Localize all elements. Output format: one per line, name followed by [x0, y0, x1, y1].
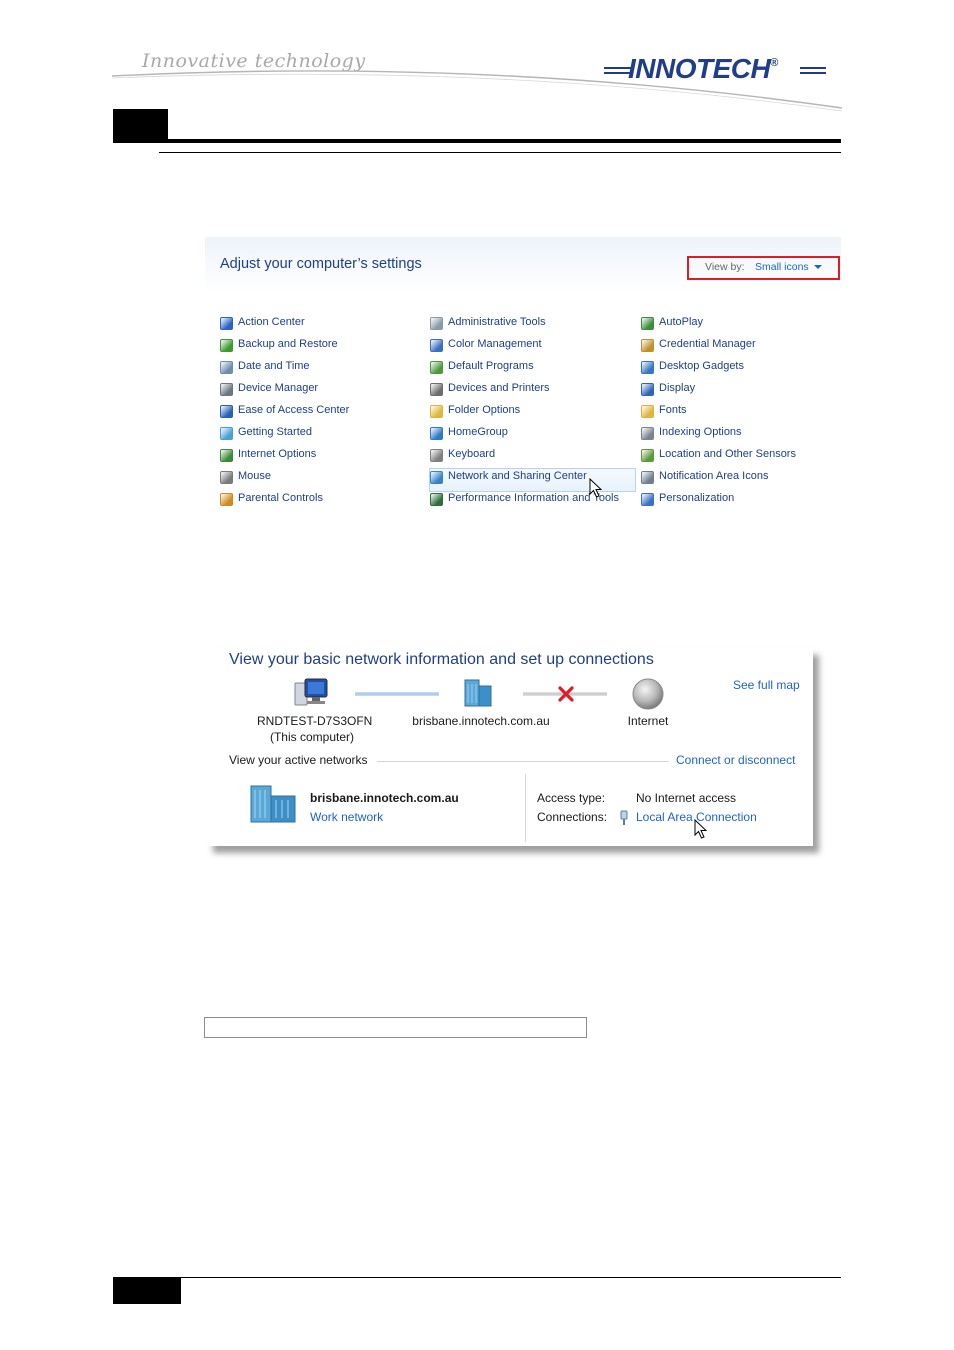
cp-item-backup-restore[interactable]: Backup and Restore [220, 337, 425, 359]
cp-item-administrative-tools[interactable]: Administrative Tools [430, 315, 635, 337]
internet-options-icon [220, 449, 233, 462]
network-details-separator [525, 774, 526, 842]
footer-rule [113, 1277, 841, 1278]
parental-controls-icon [220, 493, 233, 506]
cp-item-display[interactable]: Display [641, 381, 841, 403]
mouse-cursor-icon [589, 478, 603, 498]
control-panel-column-1: Action Center Backup and Restore Date an… [220, 315, 425, 513]
cp-item-notification-area-icons[interactable]: Notification Area Icons [641, 469, 841, 491]
color-management-icon [430, 339, 443, 352]
cp-item-device-manager[interactable]: Device Manager [220, 381, 425, 403]
section-marker [113, 109, 168, 143]
network-title: View your basic network information and … [229, 651, 654, 668]
gadgets-icon [641, 361, 654, 374]
cp-item-location-sensors[interactable]: Location and Other Sensors [641, 447, 841, 469]
header-thin-rule [159, 152, 841, 153]
cp-item-mouse[interactable]: Mouse [220, 469, 425, 491]
connection-line-computer-domain [355, 692, 439, 696]
ethernet-icon [620, 810, 628, 825]
cp-item-personalization[interactable]: Personalization [641, 491, 841, 513]
view-by-selector[interactable]: View by: Small icons [687, 256, 840, 280]
cp-item-credential-manager[interactable]: Credential Manager [641, 337, 841, 359]
cp-item-indexing-options[interactable]: Indexing Options [641, 425, 841, 447]
globe-icon [632, 678, 664, 710]
device-manager-icon [220, 383, 233, 396]
disconnected-x-icon [558, 686, 574, 702]
connections-label: Connections: [537, 810, 608, 824]
cp-item-getting-started[interactable]: Getting Started [220, 425, 425, 447]
printer-icon [430, 383, 443, 396]
cp-item-fonts[interactable]: Fonts [641, 403, 841, 425]
cp-item-parental-controls[interactable]: Parental Controls [220, 491, 425, 513]
computer-node-label: RNDTEST-D7S3OFN (This computer) [257, 713, 373, 745]
computer-name: RNDTEST-D7S3OFN [257, 714, 373, 728]
control-panel-title: Adjust your computer’s settings [220, 256, 422, 272]
cp-item-performance-tools[interactable]: Performance Information and Tools [430, 491, 635, 513]
server-icon [464, 679, 492, 707]
innotech-logo: INNOTECH® [604, 53, 826, 86]
cp-item-autoplay[interactable]: AutoPlay [641, 315, 841, 337]
notification-icon [641, 471, 654, 484]
cp-item-default-programs[interactable]: Default Programs [430, 359, 635, 381]
indexing-icon [641, 427, 654, 440]
connect-disconnect-link[interactable]: Connect or disconnect [676, 753, 795, 767]
display-icon [641, 383, 654, 396]
control-panel-screenshot: Adjust your computer’s settings View by:… [205, 237, 841, 517]
active-networks-rule [377, 761, 669, 762]
view-by-value[interactable]: Small icons [755, 261, 809, 273]
active-networks-label: View your active networks [229, 753, 368, 767]
cp-item-date-time[interactable]: Date and Time [220, 359, 425, 381]
performance-icon [430, 493, 443, 506]
admin-tools-icon [430, 317, 443, 330]
mouse-icon [220, 471, 233, 484]
cp-item-network-sharing-center[interactable]: Network and Sharing Center [429, 468, 636, 492]
default-programs-icon [430, 361, 443, 374]
cp-item-action-center[interactable]: Action Center [220, 315, 425, 337]
access-type-label: Access type: [537, 791, 606, 805]
network-icon [430, 471, 443, 484]
homegroup-icon [430, 427, 443, 440]
cp-item-folder-options[interactable]: Folder Options [430, 403, 635, 425]
internet-node-label: Internet [627, 714, 669, 728]
network-type-link[interactable]: Work network [310, 810, 383, 824]
control-panel-column-3: AutoPlay Credential Manager Desktop Gadg… [641, 315, 841, 513]
sensors-icon [641, 449, 654, 462]
footer-page-marker [113, 1278, 181, 1304]
header-rule [113, 139, 841, 143]
access-type-value: No Internet access [636, 791, 737, 805]
fonts-icon [641, 405, 654, 418]
computer-sub: (This computer) [269, 730, 355, 744]
control-panel-column-2: Administrative Tools Color Management De… [429, 315, 636, 513]
cp-item-devices-printers[interactable]: Devices and Printers [430, 381, 635, 403]
cp-item-color-management[interactable]: Color Management [430, 337, 635, 359]
active-network-name: brisbane.innotech.com.au [310, 791, 459, 805]
credential-icon [641, 339, 654, 352]
brand-name: INNOTECH® [628, 53, 778, 84]
keyboard-icon [430, 449, 443, 462]
getting-started-icon [220, 427, 233, 440]
backup-icon [220, 339, 233, 352]
folder-icon [430, 405, 443, 418]
autoplay-icon [641, 317, 654, 330]
cp-item-homegroup[interactable]: HomeGroup [430, 425, 635, 447]
clock-icon [220, 361, 233, 374]
cp-item-keyboard[interactable]: Keyboard [430, 447, 635, 469]
cp-item-desktop-gadgets[interactable]: Desktop Gadgets [641, 359, 841, 381]
blank-field-box [204, 1017, 587, 1038]
mouse-cursor-icon [694, 819, 708, 839]
dropdown-arrow-icon[interactable] [814, 265, 822, 269]
personalization-icon [641, 493, 654, 506]
network-sharing-screenshot: View your basic network information and … [207, 648, 813, 846]
domain-node-label: brisbane.innotech.com.au [412, 714, 550, 728]
flag-icon [220, 317, 233, 330]
cp-item-ease-of-access[interactable]: Ease of Access Center [220, 403, 425, 425]
cp-item-internet-options[interactable]: Internet Options [220, 447, 425, 469]
view-by-label: View by: [705, 261, 745, 273]
computer-icon [294, 678, 328, 706]
see-full-map-link[interactable]: See full map [733, 678, 800, 692]
network-building-icon [250, 785, 296, 823]
ease-of-access-icon [220, 405, 233, 418]
